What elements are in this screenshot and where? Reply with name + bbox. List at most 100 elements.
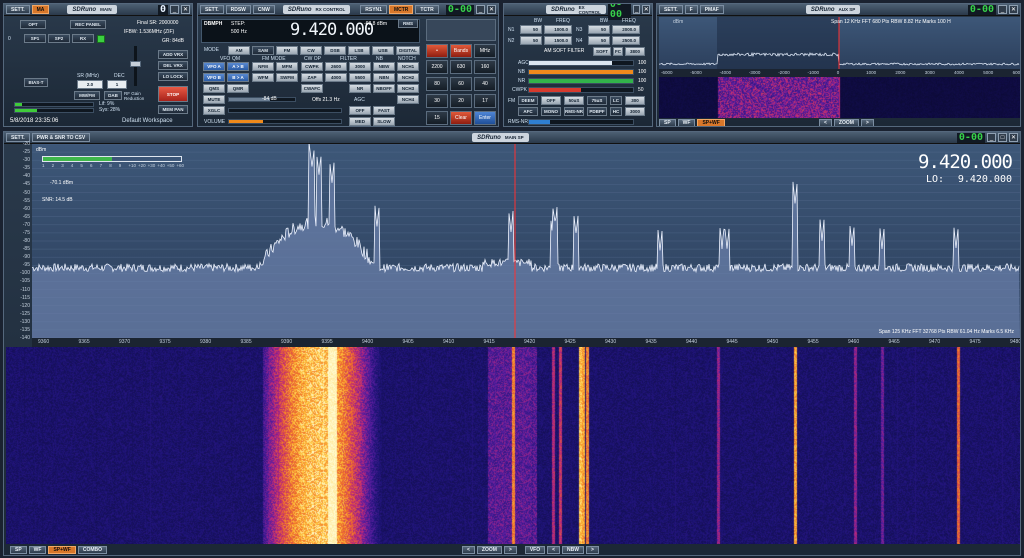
wf-button[interactable]: WF bbox=[28, 546, 47, 554]
cwpk-button[interactable]: CWPK bbox=[301, 62, 323, 71]
aux-titlebar[interactable]: SETT. F PMAF SDRuno AUX SP 0-00 _ ✕ bbox=[657, 4, 1020, 16]
zoom-button[interactable]: ZOOM bbox=[476, 546, 502, 554]
bands-button[interactable]: Bands bbox=[450, 44, 472, 58]
sp-titlebar[interactable]: SETT. PWR & SNR TO CSV SDRuno MAIN SP 0-0… bbox=[4, 132, 1020, 144]
mode-button-dsb[interactable]: DSB bbox=[324, 46, 346, 55]
deem-off-button[interactable]: OFF bbox=[541, 96, 561, 105]
nch4-button[interactable]: NCH4 bbox=[397, 95, 419, 104]
aux-wf-button[interactable]: WF bbox=[677, 119, 696, 126]
band-button-60[interactable]: 60 bbox=[450, 77, 472, 91]
band-button-160[interactable]: 160 bbox=[474, 60, 496, 74]
vfo-a-button[interactable]: VFO A bbox=[203, 62, 225, 71]
hc-button[interactable]: HC bbox=[610, 107, 622, 116]
main-titlebar[interactable]: SETT. MA SDRuno MAIN 0 _ ✕ bbox=[4, 4, 192, 16]
clear-button[interactable]: Clear bbox=[450, 111, 472, 125]
aux-spwf-button[interactable]: SP+WF bbox=[697, 119, 725, 126]
aux-f-button[interactable]: F bbox=[684, 5, 698, 14]
soft-button[interactable]: SOFT bbox=[593, 47, 611, 56]
aux-sett-button[interactable]: SETT. bbox=[659, 5, 683, 14]
tctr-button[interactable]: TCTR bbox=[415, 5, 439, 14]
arrow-right-icon[interactable]: > bbox=[860, 119, 874, 126]
rms-button[interactable]: RMS bbox=[398, 19, 418, 28]
xglc-button[interactable]: XGLC bbox=[203, 106, 225, 115]
pad-minus-button[interactable]: • bbox=[426, 44, 448, 58]
band-button-80[interactable]: 80 bbox=[426, 77, 448, 91]
aux-sp-button[interactable]: SP bbox=[659, 119, 676, 126]
mhz-button[interactable]: MHz bbox=[474, 44, 496, 58]
qmr-button[interactable]: QMR bbox=[227, 84, 249, 93]
mfm-button[interactable]: MFM bbox=[276, 62, 298, 71]
vfo-button[interactable]: VFO bbox=[524, 546, 546, 554]
pmaf-button[interactable]: PMAF bbox=[699, 5, 724, 14]
rsyn-button[interactable]: RSYN1 bbox=[360, 5, 387, 14]
combo-button[interactable]: COMBO bbox=[77, 546, 107, 554]
afc-button[interactable]: AFC bbox=[518, 107, 538, 116]
pdbpf-button[interactable]: PDBPF bbox=[587, 107, 607, 116]
n4-freq-input[interactable]: 2500.0 bbox=[612, 36, 640, 45]
cnw-button[interactable]: CNW bbox=[252, 5, 275, 14]
band-button-20[interactable]: 20 bbox=[450, 94, 472, 108]
sr-input[interactable]: 2.0 bbox=[77, 80, 103, 89]
mono-button[interactable]: MONO bbox=[541, 107, 561, 116]
rf-gain-slider-handle[interactable] bbox=[130, 61, 141, 67]
fc-button[interactable]: FC bbox=[613, 47, 623, 56]
vfo-b-button[interactable]: VFO B bbox=[203, 73, 225, 82]
dec-input[interactable]: 1 bbox=[107, 80, 127, 89]
n1-freq-input[interactable]: 1000.0 bbox=[544, 25, 572, 34]
close-icon[interactable]: ✕ bbox=[1009, 133, 1018, 142]
n1-bw-input[interactable]: 50 bbox=[520, 25, 542, 34]
agc-fast-button[interactable]: FAST bbox=[373, 106, 395, 115]
nbw-button[interactable]: NBW bbox=[373, 62, 395, 71]
arrow-left-icon[interactable]: < bbox=[547, 546, 561, 554]
lo-lock-button[interactable]: LO LOCK bbox=[158, 72, 188, 81]
rec-panel-button[interactable]: REC PANEL bbox=[70, 20, 106, 29]
qms-button[interactable]: QMS bbox=[203, 84, 225, 93]
band-button-2200[interactable]: 2200 bbox=[426, 60, 448, 74]
n4-bw-input[interactable]: 50 bbox=[588, 36, 610, 45]
arrow-right-icon[interactable]: > bbox=[586, 546, 599, 554]
del-vrx-button[interactable]: DEL VRX bbox=[158, 61, 188, 70]
nch2-button[interactable]: NCH2 bbox=[397, 73, 419, 82]
agc-med-button[interactable]: MED bbox=[349, 117, 371, 126]
spwf-button[interactable]: SP+WF bbox=[48, 546, 76, 554]
band-button-630[interactable]: 630 bbox=[450, 60, 472, 74]
n2-freq-input[interactable]: 1500.0 bbox=[544, 36, 572, 45]
main-sett-button[interactable]: SETT. bbox=[6, 5, 30, 14]
nfm-button[interactable]: NFM bbox=[252, 62, 274, 71]
mem-pan-button[interactable]: MEM PAN bbox=[158, 105, 188, 114]
deem-50us-button[interactable]: 50uS bbox=[564, 96, 584, 105]
band-button-30[interactable]: 30 bbox=[426, 94, 448, 108]
minimize-icon[interactable]: _ bbox=[170, 5, 179, 14]
arrow-right-icon[interactable]: > bbox=[503, 546, 517, 554]
filter-3000-button[interactable]: 3000 bbox=[349, 62, 371, 71]
mode-button-lsb[interactable]: LSB bbox=[348, 46, 370, 55]
minimize-icon[interactable]: _ bbox=[987, 133, 996, 142]
mode-button-fm[interactable]: FM bbox=[276, 46, 298, 55]
ex-titlebar[interactable]: SDRuno EX CONTROL 0-00 _ ✕ bbox=[504, 4, 652, 20]
enter-button[interactable]: Enter bbox=[474, 111, 496, 125]
zap-button[interactable]: ZAP bbox=[301, 73, 323, 82]
band-button-15[interactable]: 15 bbox=[426, 111, 448, 125]
agc-off-button[interactable]: OFF bbox=[349, 106, 371, 115]
nch1-button[interactable]: NCH1 bbox=[397, 62, 419, 71]
rms-nr-slider[interactable] bbox=[528, 119, 634, 125]
minimize-icon[interactable]: _ bbox=[998, 5, 1007, 14]
cwafc-button[interactable]: CWAFC bbox=[301, 84, 323, 93]
n2-bw-input[interactable]: 50 bbox=[520, 36, 542, 45]
aux-zoom-button[interactable]: ZOOM bbox=[833, 119, 859, 126]
mode-button-usb[interactable]: USB bbox=[372, 46, 394, 55]
main-ma-button[interactable]: MA bbox=[31, 5, 50, 14]
main-spectrum[interactable]: dBm 1 2 3 4 5 6 7 8 9 +10 +20 +30 +40 +50 +60 -70.1 dB… bbox=[32, 144, 1020, 338]
nb-ex-slider[interactable] bbox=[528, 69, 634, 75]
filter-4000-button[interactable]: 4000 bbox=[325, 73, 347, 82]
close-icon[interactable]: ✕ bbox=[487, 5, 496, 14]
xglc-slider[interactable] bbox=[228, 108, 342, 113]
swfm-button[interactable]: SWFM bbox=[276, 73, 298, 82]
band-button-17[interactable]: 17 bbox=[474, 94, 496, 108]
minimize-icon[interactable]: _ bbox=[476, 5, 485, 14]
arrow-left-icon[interactable]: < bbox=[819, 119, 832, 126]
filter-5500-button[interactable]: 5500 bbox=[349, 73, 371, 82]
aux-waterfall[interactable] bbox=[659, 77, 1020, 118]
b-to-a-button[interactable]: B > A bbox=[227, 73, 249, 82]
nch3-button[interactable]: NCH3 bbox=[397, 84, 419, 93]
